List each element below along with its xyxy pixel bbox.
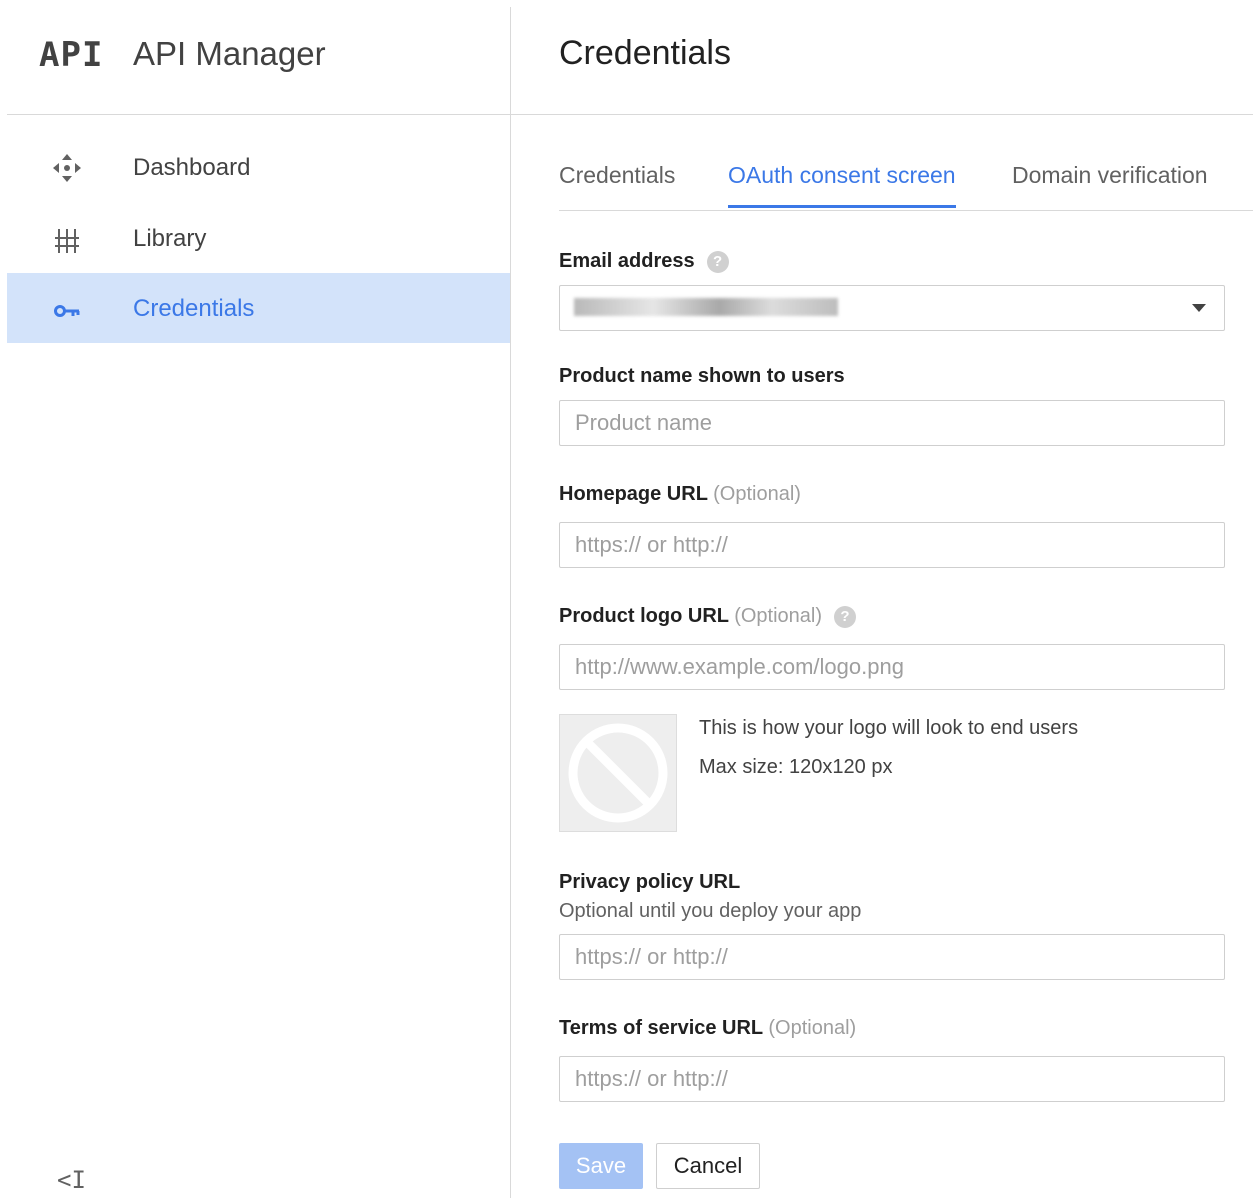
no-image-icon bbox=[568, 723, 668, 823]
sidebar-item-credentials[interactable]: Credentials bbox=[7, 273, 510, 343]
logo-preview bbox=[559, 714, 677, 832]
tab-oauth-consent-screen[interactable]: OAuth consent screen bbox=[728, 162, 956, 208]
sidebar: API API Manager Dashboard Library Creden… bbox=[7, 7, 511, 1198]
api-logo: API bbox=[39, 35, 104, 75]
sidebar-item-label: Credentials bbox=[133, 295, 255, 322]
terms-of-service-url-input[interactable] bbox=[559, 1056, 1225, 1102]
homepage-url-input[interactable] bbox=[559, 522, 1225, 568]
homepage-url-label: Homepage URL (Optional) bbox=[559, 483, 801, 506]
email-label: Email address? bbox=[559, 250, 729, 273]
main-content: Credentials Credentials OAuth consent sc… bbox=[511, 7, 1253, 1198]
collapse-sidebar-icon[interactable]: <I bbox=[57, 1166, 86, 1194]
help-icon[interactable]: ? bbox=[706, 250, 729, 273]
library-icon bbox=[55, 229, 79, 253]
privacy-policy-sublabel: Optional until you deploy your app bbox=[559, 900, 862, 922]
terms-of-service-url-label: Terms of service URL (Optional) bbox=[559, 1017, 856, 1040]
product-logo-url-input[interactable] bbox=[559, 644, 1225, 690]
key-icon bbox=[54, 305, 80, 317]
sidebar-item-library[interactable]: Library bbox=[7, 203, 510, 273]
optional-tag: (Optional) bbox=[734, 605, 822, 627]
product-name-label: Product name shown to users bbox=[559, 365, 845, 387]
email-label-text: Email address bbox=[559, 250, 695, 272]
tab-domain-verification[interactable]: Domain verification bbox=[1012, 162, 1208, 205]
sidebar-header: API API Manager bbox=[7, 7, 510, 115]
save-button[interactable]: Save bbox=[559, 1143, 643, 1189]
help-icon[interactable]: ? bbox=[834, 605, 856, 628]
sidebar-item-dashboard[interactable]: Dashboard bbox=[7, 132, 510, 202]
email-select[interactable] bbox=[559, 285, 1225, 331]
sidebar-item-label: Dashboard bbox=[133, 154, 251, 181]
main-header: Credentials bbox=[511, 7, 1253, 115]
sidebar-item-label: Library bbox=[133, 225, 207, 252]
app-title: API Manager bbox=[133, 35, 326, 72]
logo-preview-text: This is how your logo will look to end u… bbox=[699, 717, 1079, 739]
page-title: Credentials bbox=[559, 34, 731, 72]
redacted-email bbox=[574, 298, 838, 316]
chevron-down-icon bbox=[1192, 304, 1206, 312]
cancel-button[interactable]: Cancel bbox=[656, 1143, 760, 1189]
product-logo-url-label-text: Product logo URL bbox=[559, 605, 729, 627]
tab-credentials[interactable]: Credentials bbox=[559, 162, 675, 205]
optional-tag: (Optional) bbox=[713, 483, 801, 505]
privacy-policy-url-label: Privacy policy URL bbox=[559, 871, 741, 893]
tab-bar: Credentials OAuth consent screen Domain … bbox=[559, 152, 1253, 211]
dashboard-icon bbox=[53, 154, 81, 182]
optional-tag: (Optional) bbox=[768, 1017, 857, 1039]
privacy-policy-url-input[interactable] bbox=[559, 934, 1225, 980]
terms-of-service-url-label-text: Terms of service URL bbox=[559, 1017, 763, 1039]
product-name-input[interactable] bbox=[559, 400, 1225, 446]
homepage-url-label-text: Homepage URL bbox=[559, 483, 708, 505]
logo-max-size: Max size: 120x120 px bbox=[699, 756, 893, 778]
product-logo-url-label: Product logo URL (Optional)? bbox=[559, 605, 856, 628]
